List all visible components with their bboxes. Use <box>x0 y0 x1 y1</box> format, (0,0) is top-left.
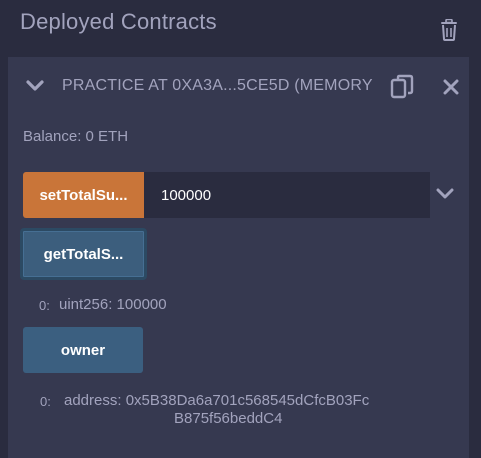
result-index: 0: <box>40 394 51 409</box>
close-icon[interactable] <box>443 79 459 95</box>
deployed-contracts-section: Deployed Contracts PRACTICE AT 0XA3A...5… <box>0 0 481 458</box>
owner-result-line-1: address: 0x5B38Da6a701c568545dCfcB03Fc <box>64 392 370 409</box>
owner-result-line-2: B875f56beddC4 <box>174 410 283 427</box>
balance-label: Balance: 0 ETH <box>23 128 129 145</box>
set-total-supply-button[interactable]: setTotalSu... <box>23 172 144 218</box>
get-total-supply-button[interactable]: getTotalS... <box>20 228 147 280</box>
chevron-down-icon[interactable] <box>436 188 454 200</box>
set-total-supply-input[interactable] <box>144 172 430 218</box>
chevron-down-icon[interactable] <box>25 79 45 93</box>
instance-label[interactable]: PRACTICE AT 0XA3A...5CE5D (MEMORY <box>62 77 382 95</box>
owner-button[interactable]: owner <box>23 327 143 373</box>
section-header: Deployed Contracts <box>0 0 481 56</box>
get-total-supply-result: uint256: 100000 <box>59 296 167 313</box>
result-index: 0: <box>39 298 50 313</box>
trash-icon[interactable] <box>439 19 459 41</box>
contract-instance-panel: PRACTICE AT 0XA3A...5CE5D (MEMORY Balanc… <box>8 57 469 458</box>
copy-icon[interactable] <box>390 74 414 100</box>
section-title: Deployed Contracts <box>20 9 217 34</box>
instance-header: PRACTICE AT 0XA3A...5CE5D (MEMORY <box>8 57 469 115</box>
